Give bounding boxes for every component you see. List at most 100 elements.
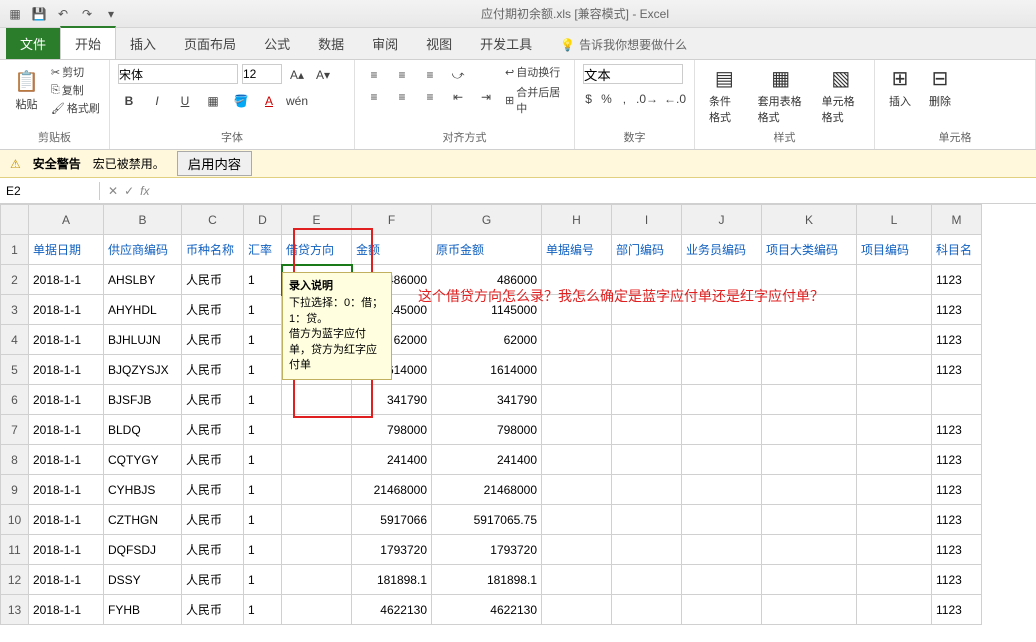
cell-J12[interactable] [682,565,762,595]
cell-M4[interactable]: 1123 [932,325,982,355]
cell-L6[interactable] [857,385,932,415]
cell-M7[interactable]: 1123 [932,415,982,445]
wrap-button[interactable]: ↩自动换行 [505,64,566,80]
col-header-C[interactable]: C [182,205,244,235]
col-header-D[interactable]: D [244,205,282,235]
cell-K6[interactable] [762,385,857,415]
cancel-icon[interactable]: ✕ [108,184,118,198]
col-header-J[interactable]: J [682,205,762,235]
cell-L12[interactable] [857,565,932,595]
cell-C9[interactable]: 人民币 [182,475,244,505]
cell-F11[interactable]: 1793720 [352,535,432,565]
cell-J13[interactable] [682,595,762,625]
number-format-select[interactable] [583,64,683,84]
align-right-icon[interactable]: ≡ [419,86,441,108]
cell-B3[interactable]: AHYHDL [104,295,182,325]
cell-L4[interactable] [857,325,932,355]
tab-formulas[interactable]: 公式 [250,28,304,59]
align-left-icon[interactable]: ≡ [363,86,385,108]
cell-K11[interactable] [762,535,857,565]
cell-J4[interactable] [682,325,762,355]
cell-F6[interactable]: 341790 [352,385,432,415]
enable-content-button[interactable]: 启用内容 [177,151,252,176]
cell-J5[interactable] [682,355,762,385]
header-cell-J[interactable]: 业务员编码 [682,235,762,265]
copy-button[interactable]: ⎘复制 [51,82,100,98]
italic-button[interactable]: I [146,90,168,112]
row-header-3[interactable]: 3 [1,295,29,325]
col-header-G[interactable]: G [432,205,542,235]
row-header-12[interactable]: 12 [1,565,29,595]
row-header-9[interactable]: 9 [1,475,29,505]
cell-B6[interactable]: BJSFJB [104,385,182,415]
merge-button[interactable]: ⊞合并后居中 [505,84,566,116]
cell-J11[interactable] [682,535,762,565]
cell-A12[interactable]: 2018-1-1 [29,565,104,595]
cell-G13[interactable]: 4622130 [432,595,542,625]
cell-G9[interactable]: 21468000 [432,475,542,505]
formula-input[interactable] [157,189,1036,193]
qat-more-icon[interactable]: ▾ [102,5,120,23]
cell-F13[interactable]: 4622130 [352,595,432,625]
border-button[interactable]: ▦ [202,90,224,112]
row-header-10[interactable]: 10 [1,505,29,535]
row-header-5[interactable]: 5 [1,355,29,385]
cell-B4[interactable]: BJHLUJN [104,325,182,355]
row-header-2[interactable]: 2 [1,265,29,295]
header-cell-F[interactable]: 金额 [352,235,432,265]
cell-H12[interactable] [542,565,612,595]
cell-K10[interactable] [762,505,857,535]
cell-E8[interactable] [282,445,352,475]
cell-B9[interactable]: CYHBJS [104,475,182,505]
cell-G4[interactable]: 62000 [432,325,542,355]
cell-F9[interactable]: 21468000 [352,475,432,505]
cell-G7[interactable]: 798000 [432,415,542,445]
cell-K9[interactable] [762,475,857,505]
row-header-8[interactable]: 8 [1,445,29,475]
cell-A13[interactable]: 2018-1-1 [29,595,104,625]
align-bot-icon[interactable]: ≡ [419,64,441,86]
cell-H7[interactable] [542,415,612,445]
grow-font-icon[interactable]: A▴ [286,64,308,86]
tell-me[interactable]: 💡告诉我你想要做什么 [546,30,701,59]
col-header-M[interactable]: M [932,205,982,235]
cell-H10[interactable] [542,505,612,535]
cell-B7[interactable]: BLDQ [104,415,182,445]
cell-H5[interactable] [542,355,612,385]
header-cell-K[interactable]: 项目大类编码 [762,235,857,265]
cell-M12[interactable]: 1123 [932,565,982,595]
cell-K7[interactable] [762,415,857,445]
row-header-6[interactable]: 6 [1,385,29,415]
cell-F8[interactable]: 241400 [352,445,432,475]
cell-M10[interactable]: 1123 [932,505,982,535]
cell-J6[interactable] [682,385,762,415]
cut-button[interactable]: ✂剪切 [51,64,100,80]
cell-G5[interactable]: 1614000 [432,355,542,385]
align-mid-icon[interactable]: ≡ [391,64,413,86]
cell-J9[interactable] [682,475,762,505]
cell-I13[interactable] [612,595,682,625]
cell-M13[interactable]: 1123 [932,595,982,625]
enter-icon[interactable]: ✓ [124,184,134,198]
cell-L7[interactable] [857,415,932,445]
cond-format-button[interactable]: ▤条件格式 [703,64,746,127]
cell-A9[interactable]: 2018-1-1 [29,475,104,505]
tab-data[interactable]: 数据 [304,28,358,59]
cell-B2[interactable]: AHSLBY [104,265,182,295]
tab-home[interactable]: 开始 [60,26,116,59]
font-name-input[interactable] [118,64,238,84]
cell-C13[interactable]: 人民币 [182,595,244,625]
tab-review[interactable]: 审阅 [358,28,412,59]
cell-D13[interactable]: 1 [244,595,282,625]
cell-H11[interactable] [542,535,612,565]
insert-button[interactable]: ⊞插入 [883,64,917,111]
select-all[interactable] [1,205,29,235]
tab-layout[interactable]: 页面布局 [170,28,250,59]
cell-I9[interactable] [612,475,682,505]
cell-D8[interactable]: 1 [244,445,282,475]
cell-D5[interactable]: 1 [244,355,282,385]
cell-D11[interactable]: 1 [244,535,282,565]
cell-A3[interactable]: 2018-1-1 [29,295,104,325]
col-header-I[interactable]: I [612,205,682,235]
inc-decimal-icon[interactable]: .0→ [636,88,658,110]
